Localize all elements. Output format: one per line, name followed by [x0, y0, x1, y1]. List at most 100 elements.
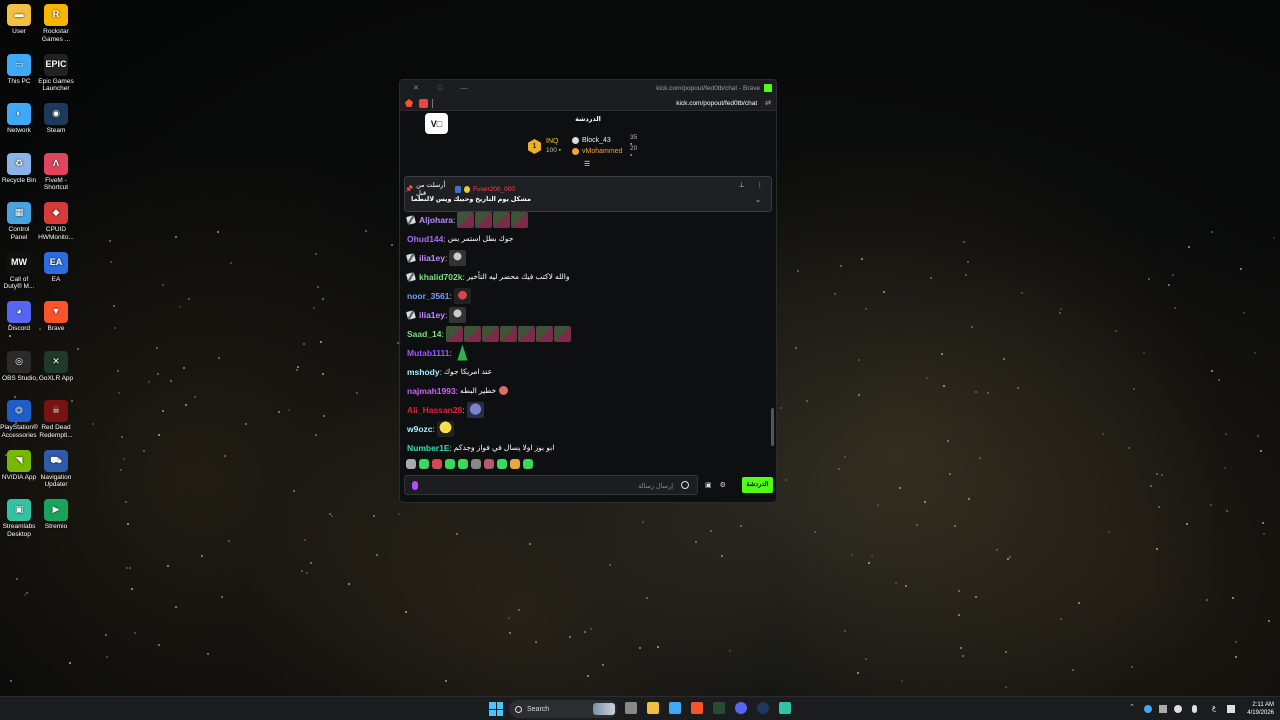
discord-taskbar-icon[interactable] [735, 702, 747, 714]
desktop-shortcut[interactable]: ◉ Steam [37, 103, 75, 135]
desktop-shortcut[interactable]: ☠ Red Dead Redempti... [37, 400, 75, 439]
gift-icon[interactable]: ▣ [705, 481, 712, 489]
emote-icon[interactable] [553, 325, 571, 342]
streamlabs-taskbar-icon[interactable] [779, 702, 791, 714]
store-icon[interactable] [669, 702, 681, 714]
goxlr-taskbar-icon[interactable] [713, 702, 725, 714]
desktop-shortcut[interactable]: ▣ Streamlabs Desktop [0, 499, 38, 538]
emote-icon[interactable] [457, 344, 468, 361]
chat-username[interactable]: najmah1993 [407, 386, 456, 396]
desktop-shortcut[interactable]: ◎ OBS Studio [0, 350, 38, 383]
desktop-shortcut[interactable]: ▼ Brave [37, 301, 75, 333]
chat-username[interactable]: w9ozc [407, 424, 433, 434]
emote-icon[interactable] [466, 401, 484, 418]
send-chat-button[interactable]: الدردشة [742, 477, 773, 493]
emote-icon[interactable] [510, 459, 520, 469]
chat-username[interactable]: Mutab1111 [407, 348, 450, 358]
chat-username[interactable]: khalid702k [419, 272, 462, 282]
extension-icon[interactable] [419, 98, 428, 108]
desktop-shortcut[interactable]: ▦ Control Panel [0, 202, 38, 241]
brave-shield-icon[interactable] [405, 99, 413, 107]
close-icon[interactable]: ✕ [404, 84, 428, 92]
desktop-shortcut[interactable]: EA EA [37, 251, 75, 284]
tray-app-icon[interactable] [1144, 705, 1152, 713]
chat-username[interactable]: Ali_Hassan28 [407, 405, 462, 415]
emote-icon[interactable] [453, 287, 471, 304]
chevron-up-icon[interactable]: ⌃ [1129, 703, 1137, 711]
clock[interactable]: 2:11 AM 4/19/2026 [1247, 701, 1274, 717]
desktop-shortcut[interactable]: ▭ This PC [0, 53, 38, 86]
desktop-shortcut[interactable]: ◕ Discord [0, 301, 38, 333]
desktop-shortcut[interactable]: ◐ Network [0, 103, 38, 135]
unpin-icon[interactable]: ⊥ [739, 181, 745, 189]
emoji-icon[interactable] [681, 481, 689, 489]
minimize-icon[interactable]: — [452, 85, 476, 92]
emote-icon[interactable] [463, 325, 481, 342]
emote-icon[interactable] [497, 459, 507, 469]
emote-icon[interactable] [481, 325, 499, 342]
tray-app-icon[interactable] [1174, 705, 1182, 713]
steam-taskbar-icon[interactable] [757, 702, 769, 714]
more-options-icon[interactable]: ⋮ [757, 181, 764, 189]
emote-icon[interactable] [445, 325, 463, 342]
start-button[interactable] [489, 702, 503, 716]
browser-window[interactable]: ✕ □ — kick.com/popout/fed0tb/chat - Brav… [399, 79, 777, 503]
desktop-shortcut[interactable]: ◆ CPUID HWMonito... [37, 202, 75, 241]
emote-icon[interactable] [406, 459, 416, 469]
tray-app-icon[interactable] [1159, 705, 1167, 713]
scrollbar[interactable] [771, 408, 774, 446]
desktop-shortcut[interactable]: ♻ Recycle Bin [0, 152, 38, 185]
network-tray-icon[interactable] [1227, 705, 1235, 713]
collapse-icon[interactable]: ☰ [584, 160, 590, 168]
desktop-shortcut[interactable]: ✕ GoXLR App [37, 350, 75, 383]
emote-icon[interactable] [493, 211, 511, 228]
chat-username[interactable]: noor_3561 [407, 291, 450, 301]
brave-taskbar-icon[interactable] [691, 702, 703, 714]
emote-icon[interactable] [458, 459, 468, 469]
chat-username[interactable]: Aljohara [419, 215, 453, 225]
desktop-shortcut[interactable]: MW Call of Duty® M... [0, 251, 38, 291]
emote-icon[interactable] [432, 459, 442, 469]
emote-bar[interactable] [406, 459, 533, 469]
pinned-message[interactable]: 📌 أرسلت من قبل Fuser200_000 مشكل يوم الت… [404, 176, 772, 212]
desktop-shortcut[interactable]: ⏣ PlayStation® Accessories [0, 400, 38, 439]
url-text[interactable]: kick.com/popout/fed0tb/chat [676, 100, 757, 107]
emote-icon[interactable] [449, 249, 467, 266]
maximize-icon[interactable]: □ [428, 85, 452, 92]
chat-username[interactable]: Number1E [407, 443, 450, 453]
emote-icon[interactable] [419, 459, 429, 469]
mic-icon[interactable] [412, 481, 418, 490]
emote-icon[interactable] [436, 420, 454, 437]
chat-input[interactable]: إرسال رسالة [404, 475, 698, 495]
chat-username[interactable]: ilia1ey [419, 253, 445, 263]
input-language[interactable]: ع [1212, 704, 1220, 712]
desktop-shortcut[interactable]: ⛟ Navigation Updater [37, 449, 75, 489]
emote-icon[interactable] [449, 306, 467, 323]
chat-username[interactable]: ilia1ey [419, 310, 445, 320]
emote-icon[interactable] [457, 211, 475, 228]
pinned-user[interactable]: Fuser200_000 [473, 186, 515, 193]
translate-icon[interactable]: ⇄ [765, 99, 771, 107]
emote-icon[interactable] [471, 459, 481, 469]
desktop-shortcut[interactable]: Λ FiveM - Shortcut [37, 152, 75, 192]
mic-tray-icon[interactable] [1192, 705, 1197, 713]
chat-username[interactable]: mshody [407, 367, 440, 377]
taskbar-search[interactable]: Search [509, 700, 617, 718]
chat-username[interactable]: Ohud144 [407, 234, 443, 244]
desktop-shortcut[interactable]: ▶ Stremio [37, 499, 75, 531]
address-bar[interactable]: kick.com/popout/fed0tb/chat ⇄ [400, 96, 776, 111]
emote-icon[interactable] [499, 386, 509, 395]
emote-icon[interactable] [535, 325, 553, 342]
emote-icon[interactable] [511, 211, 529, 228]
task-view-icon[interactable] [625, 702, 637, 714]
file-explorer-icon[interactable] [647, 702, 659, 714]
desktop-shortcut[interactable]: ◥ NVIDIA App [0, 449, 38, 482]
shield-icon[interactable] [764, 84, 772, 92]
emote-icon[interactable] [523, 459, 533, 469]
emote-icon[interactable] [445, 459, 455, 469]
emote-icon[interactable] [517, 325, 535, 342]
emote-icon[interactable] [475, 211, 493, 228]
desktop-shortcut[interactable]: EPIC Epic Games Launcher [37, 53, 75, 93]
emote-icon[interactable] [499, 325, 517, 342]
desktop-shortcut[interactable]: ▬ User [0, 4, 38, 36]
